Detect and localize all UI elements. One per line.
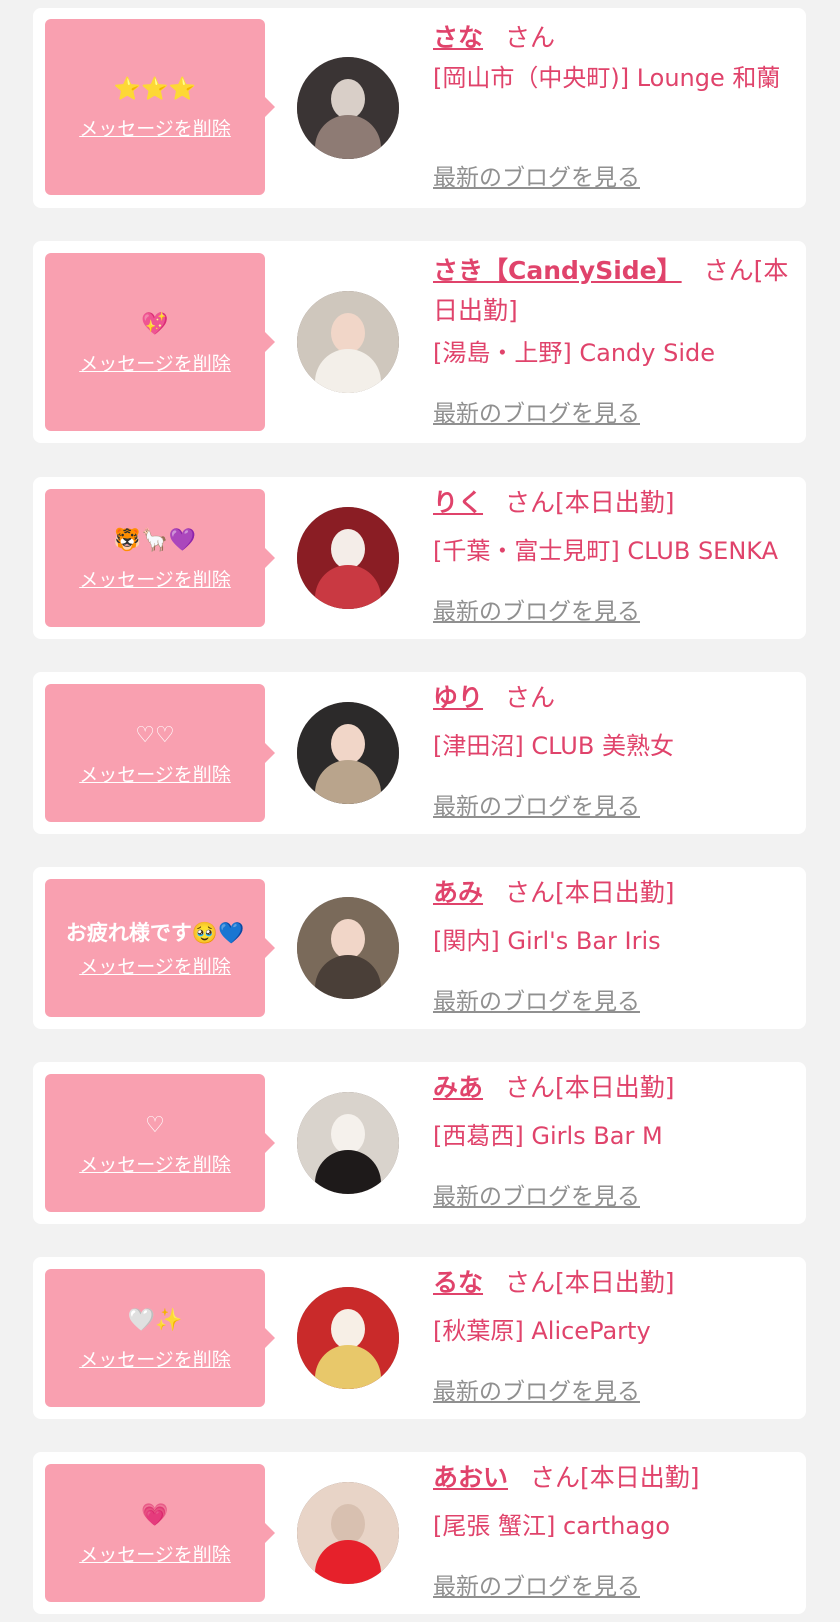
name-suffix: さん[本日出勤] [505, 488, 675, 517]
message-bubble: 🐯🦙💜 メッセージを削除 [45, 489, 275, 627]
message-card: 💗 メッセージを削除 あおい さん[本日出勤] [尾張 蟹江] carthago … [33, 1452, 806, 1614]
delete-message-link[interactable]: メッセージを削除 [79, 1345, 231, 1372]
shop-label: [秋葉原] AliceParty [433, 1317, 651, 1345]
cast-name-link[interactable]: あみ [433, 878, 483, 907]
cast-name-link[interactable]: みあ [433, 1073, 483, 1102]
message-text: 🤍✨ [127, 1307, 183, 1333]
card-info: さき【CandySide】 さん[本日出勤] [湯島・上野] Candy Side [433, 251, 794, 373]
name-suffix: さん[本日出勤] [505, 878, 675, 907]
delete-message-link[interactable]: メッセージを削除 [79, 1150, 231, 1177]
blog-link[interactable]: 最新のブログを見る [433, 982, 640, 1016]
message-card: お疲れ様です🥹💙 メッセージを削除 あみ さん[本日出勤] [関内] Girl's… [33, 867, 806, 1029]
message-card: ♡ メッセージを削除 みあ さん[本日出勤] [西葛西] Girls Bar M … [33, 1062, 806, 1224]
blog-link[interactable]: 最新のブログを見る [433, 592, 640, 626]
message-card: ♡♡ メッセージを削除 ゆり さん [津田沼] CLUB 美熟女 最新のブログを見… [33, 672, 806, 834]
name-suffix: さん[本日出勤] [505, 1268, 675, 1297]
message-text: ⭐⭐⭐ [113, 76, 197, 102]
name-suffix: さん [505, 683, 556, 712]
blog-link[interactable]: 最新のブログを見る [433, 158, 640, 192]
blog-link[interactable]: 最新のブログを見る [433, 394, 640, 428]
message-card: ⭐⭐⭐ メッセージを削除 さな さん [岡山市（中央町)] Lounge 和蘭 最… [33, 8, 806, 208]
message-text: 💗 [141, 1502, 169, 1528]
cast-name-link[interactable]: ゆり [433, 683, 483, 712]
name-suffix: さん[本日出勤] [505, 1073, 675, 1102]
blog-link[interactable]: 最新のブログを見る [433, 1372, 640, 1406]
avatar[interactable] [297, 1092, 399, 1194]
message-text: ♡♡ [135, 722, 175, 748]
delete-message-link[interactable]: メッセージを削除 [79, 952, 231, 979]
avatar[interactable] [297, 1287, 399, 1389]
cast-name-link[interactable]: りく [433, 488, 483, 517]
avatar[interactable] [297, 291, 399, 393]
delete-message-link[interactable]: メッセージを削除 [79, 349, 231, 376]
shop-label: [千葉・富士見町] CLUB SENKA [433, 537, 779, 565]
delete-message-link[interactable]: メッセージを削除 [79, 760, 231, 787]
shop-label: [湯島・上野] Candy Side [433, 339, 715, 367]
shop-label: [西葛西] Girls Bar M [433, 1122, 663, 1150]
card-info: さな さん [岡山市（中央町)] Lounge 和蘭 [433, 18, 794, 98]
shop-label: [関内] Girl's Bar Iris [433, 927, 661, 955]
message-card: 🤍✨ メッセージを削除 るな さん[本日出勤] [秋葉原] AliceParty … [33, 1257, 806, 1419]
delete-message-link[interactable]: メッセージを削除 [79, 565, 231, 592]
message-bubble: ⭐⭐⭐ メッセージを削除 [45, 19, 275, 195]
message-bubble: 🤍✨ メッセージを削除 [45, 1269, 275, 1407]
card-info: あみ さん[本日出勤] [関内] Girl's Bar Iris [433, 865, 794, 961]
card-info: みあ さん[本日出勤] [西葛西] Girls Bar M [433, 1060, 794, 1156]
avatar[interactable] [297, 702, 399, 804]
cast-name-link[interactable]: るな [433, 1268, 483, 1297]
blog-link[interactable]: 最新のブログを見る [433, 1567, 640, 1601]
name-suffix: さん [505, 23, 556, 52]
message-bubble: ♡ メッセージを削除 [45, 1074, 275, 1212]
message-text: 🐯🦙💜 [113, 527, 197, 553]
message-text: 💖 [141, 311, 169, 337]
message-bubble: 💗 メッセージを削除 [45, 1464, 275, 1602]
message-card: 🐯🦙💜 メッセージを削除 りく さん[本日出勤] [千葉・富士見町] CLUB S… [33, 477, 806, 639]
card-info: るな さん[本日出勤] [秋葉原] AliceParty [433, 1255, 794, 1351]
message-bubble: 💖 メッセージを削除 [45, 253, 275, 431]
delete-message-link[interactable]: メッセージを削除 [79, 114, 231, 141]
avatar[interactable] [297, 897, 399, 999]
delete-message-link[interactable]: メッセージを削除 [79, 1540, 231, 1567]
avatar[interactable] [297, 57, 399, 159]
name-suffix: さん[本日出勤] [530, 1463, 700, 1492]
blog-link[interactable]: 最新のブログを見る [433, 787, 640, 821]
blog-link[interactable]: 最新のブログを見る [433, 1177, 640, 1211]
cast-name-link[interactable]: さき【CandySide】 [433, 256, 682, 285]
shop-label: [津田沼] CLUB 美熟女 [433, 732, 674, 760]
shop-label: [岡山市（中央町)] Lounge 和蘭 [433, 64, 781, 92]
message-bubble: ♡♡ メッセージを削除 [45, 684, 275, 822]
message-text: ♡ [145, 1112, 165, 1138]
cast-name-link[interactable]: さな [433, 23, 483, 52]
message-list: ⭐⭐⭐ メッセージを削除 さな さん [岡山市（中央町)] Lounge 和蘭 最… [0, 0, 840, 1622]
avatar[interactable] [297, 1482, 399, 1584]
cast-name-link[interactable]: あおい [433, 1463, 508, 1492]
message-card: 💖 メッセージを削除 さき【CandySide】 さん[本日出勤] [湯島・上野]… [33, 241, 806, 443]
message-bubble: お疲れ様です🥹💙 メッセージを削除 [45, 879, 275, 1017]
message-text: お疲れ様です🥹💙 [65, 920, 245, 945]
shop-label: [尾張 蟹江] carthago [433, 1512, 670, 1540]
card-info: りく さん[本日出勤] [千葉・富士見町] CLUB SENKA [433, 475, 794, 571]
card-info: あおい さん[本日出勤] [尾張 蟹江] carthago [433, 1450, 794, 1546]
avatar[interactable] [297, 507, 399, 609]
card-info: ゆり さん [津田沼] CLUB 美熟女 [433, 670, 794, 766]
